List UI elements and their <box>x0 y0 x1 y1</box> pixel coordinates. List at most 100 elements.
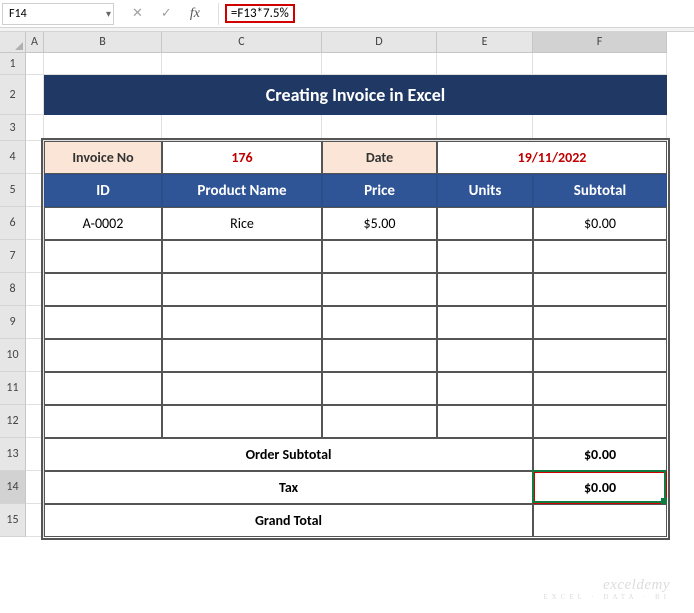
cell-pname[interactable] <box>162 372 322 405</box>
cell-units[interactable] <box>437 372 533 405</box>
row-header-8[interactable]: 8 <box>0 273 26 306</box>
col-header-C[interactable]: C <box>162 32 322 53</box>
cell-A14[interactable] <box>26 471 44 504</box>
row-header-6[interactable]: 6 <box>0 207 26 240</box>
row-header-11[interactable]: 11 <box>0 372 26 405</box>
cell-id[interactable] <box>44 273 162 306</box>
cell-price[interactable] <box>322 240 437 273</box>
cell-E3[interactable] <box>437 115 533 141</box>
row-header-13[interactable]: 13 <box>0 438 26 471</box>
row-header-4[interactable]: 4 <box>0 141 26 174</box>
cell-price[interactable]: $5.00 <box>322 207 437 240</box>
cell-F1[interactable] <box>533 53 667 75</box>
tax-value[interactable]: $0.00 <box>533 471 667 504</box>
cell-subtotal[interactable]: $0.00 <box>533 207 667 240</box>
cell-F3[interactable] <box>533 115 667 141</box>
select-all-corner[interactable] <box>0 32 26 53</box>
cell-price[interactable] <box>322 372 437 405</box>
col-header-B[interactable]: B <box>44 32 162 53</box>
cell-C1[interactable] <box>162 53 322 75</box>
cell-A1[interactable] <box>26 53 44 75</box>
row-header-1[interactable]: 1 <box>0 53 26 75</box>
tax-row: Tax $0.00 <box>44 471 667 504</box>
name-box[interactable]: F14 ▾ <box>2 3 114 25</box>
cell-A3[interactable] <box>26 115 44 141</box>
col-header-D[interactable]: D <box>322 32 437 53</box>
cell-A12[interactable] <box>26 405 44 438</box>
cell-A8[interactable] <box>26 273 44 306</box>
row-header-7[interactable]: 7 <box>0 240 26 273</box>
cell-price[interactable] <box>322 405 437 438</box>
cell-B3[interactable] <box>44 115 162 141</box>
cancel-icon[interactable]: ✕ <box>132 6 143 21</box>
cell-A2[interactable] <box>26 75 44 115</box>
cell-A6[interactable] <box>26 207 44 240</box>
cell-A11[interactable] <box>26 372 44 405</box>
cell-A7[interactable] <box>26 240 44 273</box>
cell-subtotal[interactable] <box>533 240 667 273</box>
grand-total-row: Grand Total <box>44 504 667 537</box>
date-value[interactable]: 19/11/2022 <box>437 141 667 174</box>
cell-units[interactable] <box>437 405 533 438</box>
cell-A10[interactable] <box>26 339 44 372</box>
grand-total-value[interactable] <box>533 504 667 537</box>
row-header-3[interactable]: 3 <box>0 115 26 141</box>
row-header-15[interactable]: 15 <box>0 504 26 537</box>
cell-units[interactable] <box>437 240 533 273</box>
col-header-A[interactable]: A <box>26 32 44 53</box>
cell-units[interactable] <box>437 306 533 339</box>
cell-price[interactable] <box>322 306 437 339</box>
order-subtotal-value[interactable]: $0.00 <box>533 438 667 471</box>
cell-id[interactable] <box>44 372 162 405</box>
confirm-icon[interactable]: ✓ <box>161 6 172 21</box>
cell-subtotal[interactable] <box>533 372 667 405</box>
cell-pname[interactable] <box>162 240 322 273</box>
cell-A5[interactable] <box>26 174 44 207</box>
invoice-no-value[interactable]: 176 <box>162 141 322 174</box>
cell-pname[interactable] <box>162 405 322 438</box>
cell-A13[interactable] <box>26 438 44 471</box>
cell-id[interactable] <box>44 240 162 273</box>
fx-icon[interactable]: fx <box>190 6 200 22</box>
row-header-10[interactable]: 10 <box>0 339 26 372</box>
col-header-E[interactable]: E <box>437 32 533 53</box>
row-header-9[interactable]: 9 <box>0 306 26 339</box>
cell-units[interactable] <box>437 339 533 372</box>
col-header-F[interactable]: F <box>533 32 667 53</box>
cell-pname[interactable] <box>162 306 322 339</box>
cell-id[interactable]: A-0002 <box>44 207 162 240</box>
cell-D1[interactable] <box>322 53 437 75</box>
cell-subtotal[interactable] <box>533 273 667 306</box>
cell-units[interactable] <box>437 207 533 240</box>
row-header-5[interactable]: 5 <box>0 174 26 207</box>
cell-pname[interactable] <box>162 339 322 372</box>
cell-E1[interactable] <box>437 53 533 75</box>
cell-B1[interactable] <box>44 53 162 75</box>
cell-pname[interactable] <box>162 273 322 306</box>
cell-price[interactable] <box>322 339 437 372</box>
cell-subtotal[interactable] <box>533 339 667 372</box>
row-header-12[interactable]: 12 <box>0 405 26 438</box>
formula-input[interactable]: =F13*7.5% <box>218 3 694 25</box>
cell-units[interactable] <box>437 273 533 306</box>
cell-A15[interactable] <box>26 504 44 537</box>
row-header-2[interactable]: 2 <box>0 75 26 115</box>
cell-id[interactable] <box>44 339 162 372</box>
col-price: Price <box>322 174 437 207</box>
cell-price[interactable] <box>322 273 437 306</box>
cell-C3[interactable] <box>162 115 322 141</box>
watermark-sub: EXCEL · DATA · BI <box>543 594 670 601</box>
column-header-row: ABCDEF <box>0 32 694 53</box>
cell-id[interactable] <box>44 306 162 339</box>
grid-body: 123456789101112131415 Creating Invoice i… <box>0 53 694 537</box>
cell-D3[interactable] <box>322 115 437 141</box>
name-box-value: F14 <box>9 7 27 21</box>
name-box-dropdown-icon[interactable]: ▾ <box>106 7 111 20</box>
cell-pname[interactable]: Rice <box>162 207 322 240</box>
cell-A9[interactable] <box>26 306 44 339</box>
cell-id[interactable] <box>44 405 162 438</box>
cell-A4[interactable] <box>26 141 44 174</box>
row-header-14[interactable]: 14 <box>0 471 26 504</box>
cell-subtotal[interactable] <box>533 306 667 339</box>
cell-subtotal[interactable] <box>533 405 667 438</box>
